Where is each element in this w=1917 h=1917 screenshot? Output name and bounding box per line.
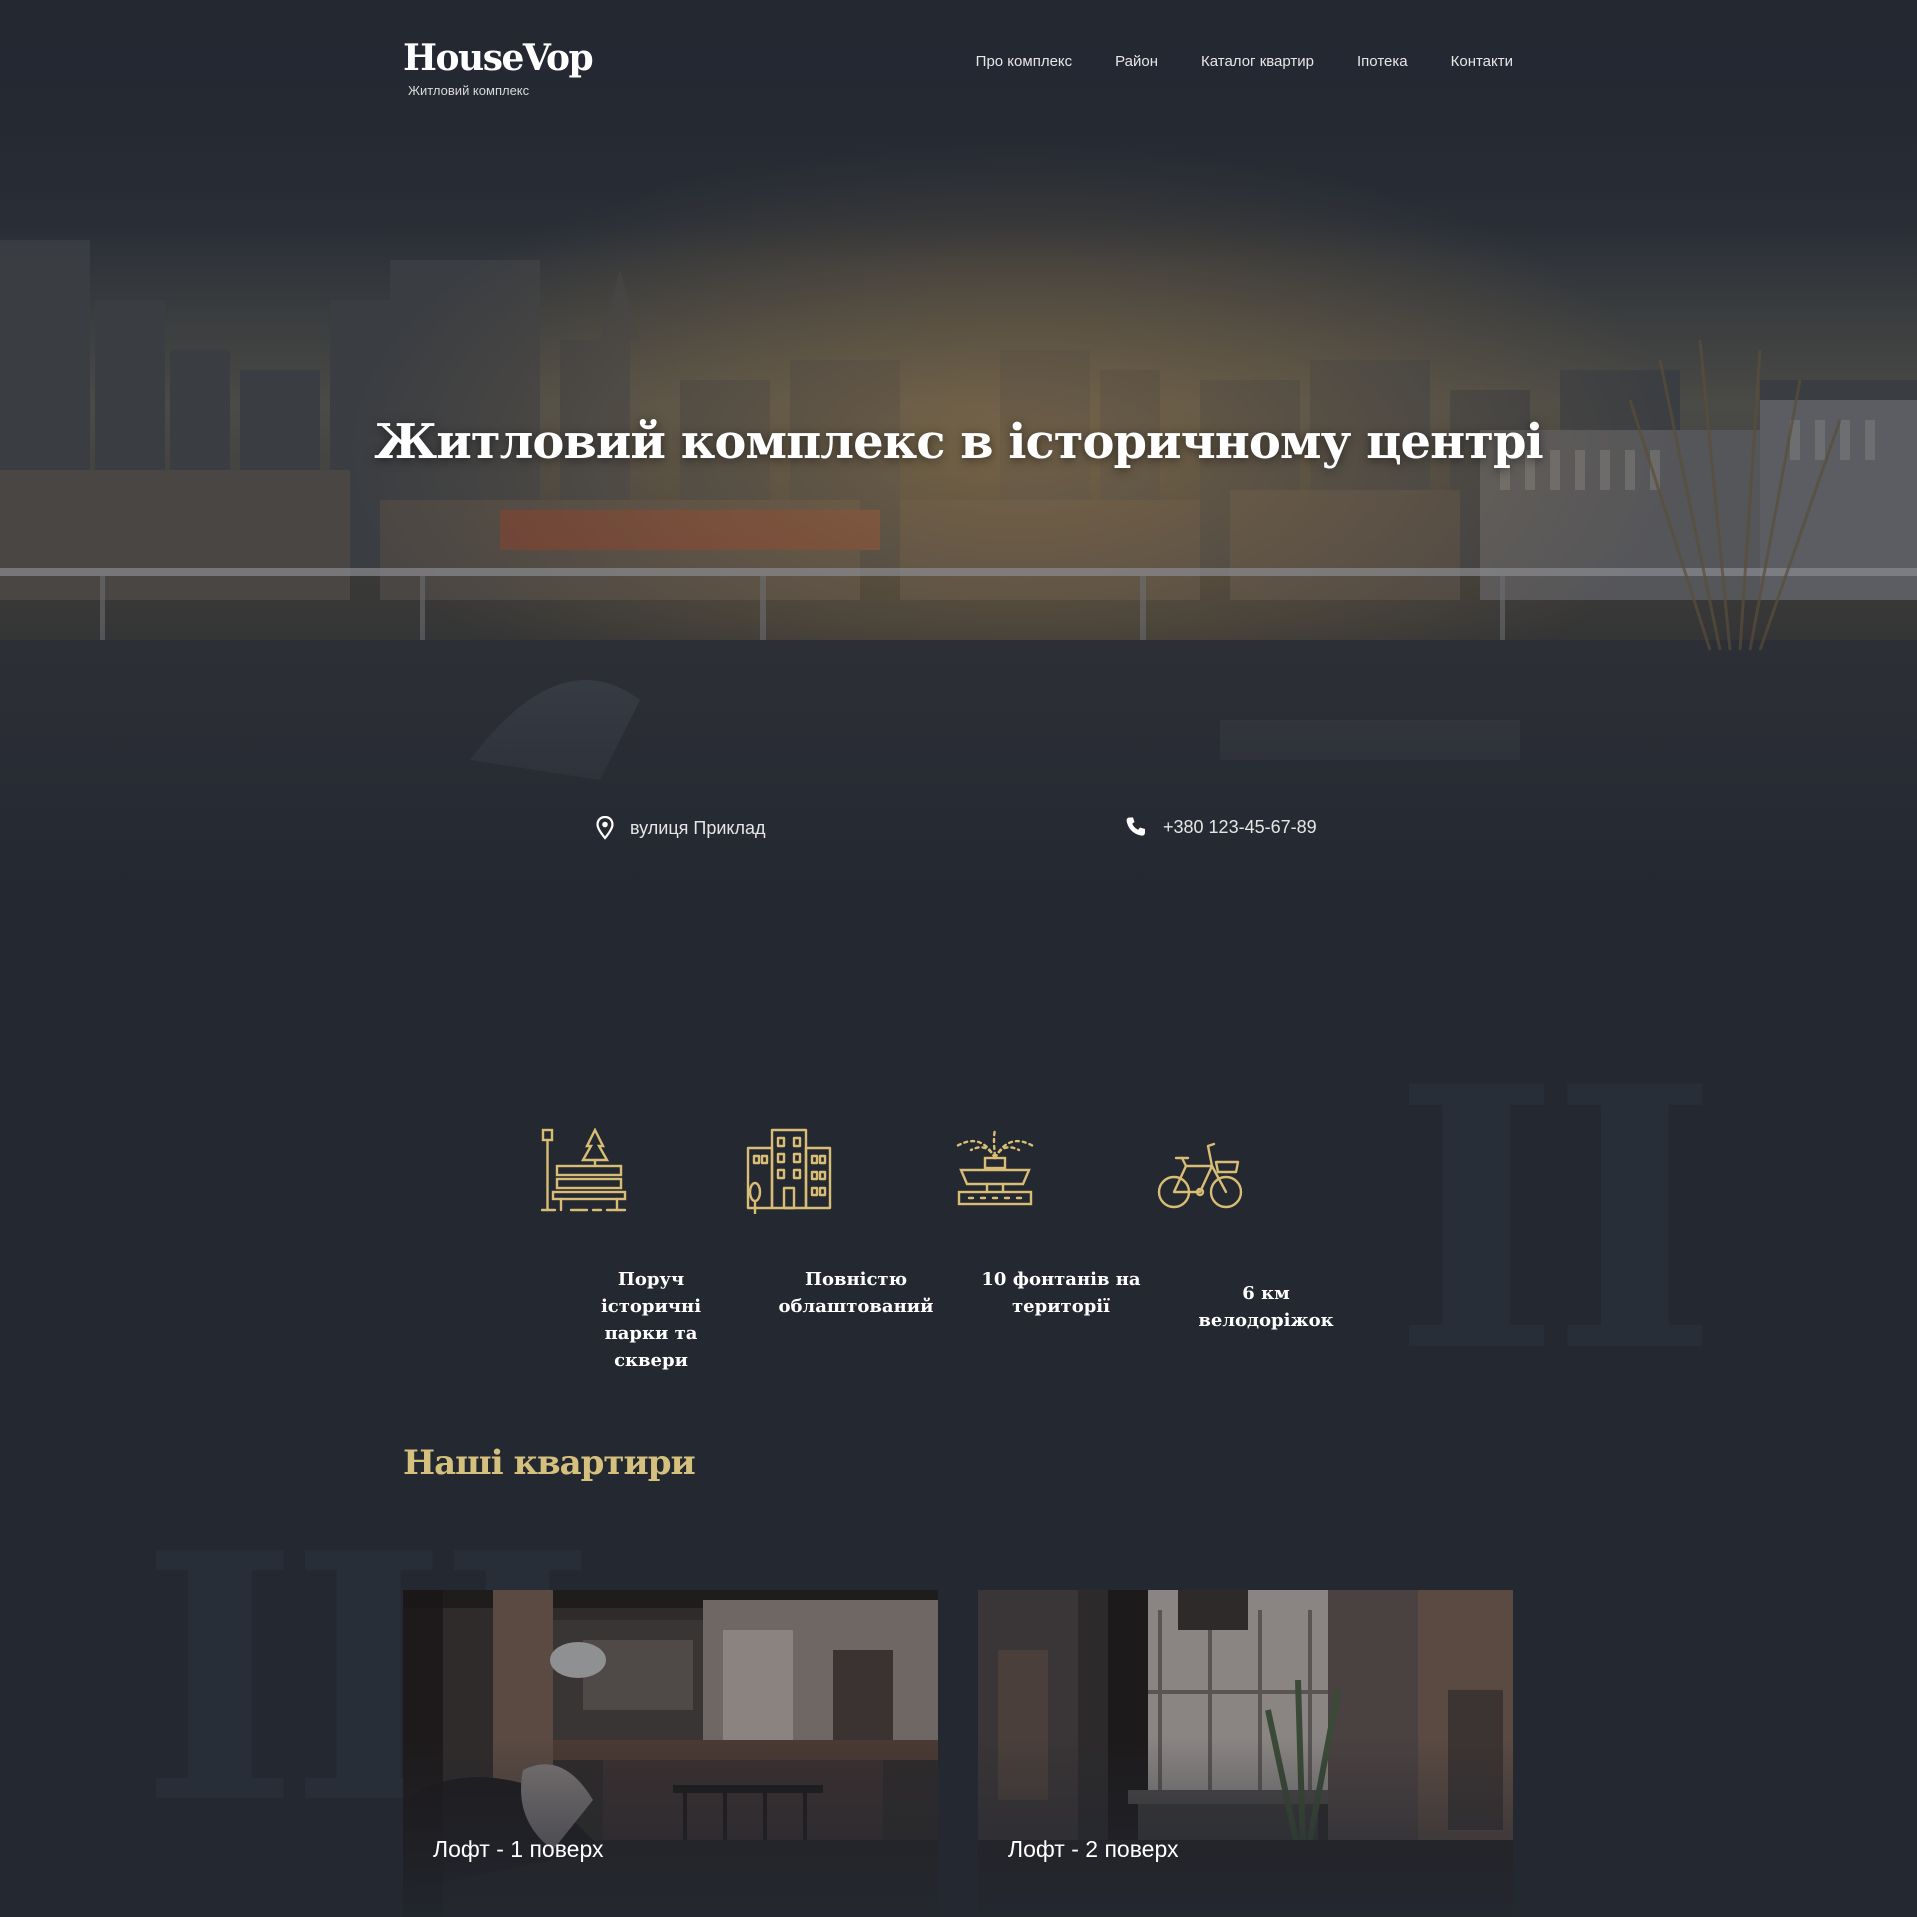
feature-item: 10 фонтанів на території bbox=[951, 1128, 1141, 1328]
features-section: Поруч історичні парки та сквери Повністю… bbox=[540, 1127, 1371, 1371]
apartment-image bbox=[403, 1590, 938, 1917]
apartment-card-label: Лофт - 2 поверх bbox=[1008, 1836, 1179, 1862]
park-bench-icon bbox=[540, 1127, 629, 1216]
main-nav: Про комплекс Район Каталог квартир Іпоте… bbox=[976, 53, 1513, 70]
feature-item: Повністю облаштований bbox=[746, 1128, 933, 1328]
hero-title: Житловий комплекс в історичному центрі bbox=[374, 414, 1543, 470]
fountain-icon bbox=[951, 1128, 1039, 1216]
decor-numeral-2: II bbox=[1392, 1008, 1719, 1431]
buildings-icon bbox=[746, 1128, 834, 1216]
apartment-card-label: Лофт - 1 поверх bbox=[433, 1836, 604, 1862]
nav-item-contacts[interactable]: Контакти bbox=[1451, 53, 1513, 70]
apartments-title: Наші квартири bbox=[403, 1443, 696, 1483]
nav-item-district[interactable]: Район bbox=[1115, 53, 1158, 70]
address-block: вулиця Приклад bbox=[596, 816, 765, 840]
site-header: HouseVop Житловий комплекс Про комплекс … bbox=[403, 36, 1513, 106]
feature-text: Повністю облаштований bbox=[778, 1269, 934, 1317]
phone-block[interactable]: +380 123-45-67-89 bbox=[1125, 816, 1317, 838]
feature-text: 10 фонтанів на території bbox=[981, 1269, 1141, 1317]
feature-item: Поруч історичні парки та сквери bbox=[540, 1127, 716, 1371]
nav-item-catalog[interactable]: Каталог квартир bbox=[1201, 53, 1314, 70]
address-text: вулиця Приклад bbox=[630, 817, 766, 838]
feature-text: Поруч історичні парки та сквери bbox=[600, 1269, 702, 1371]
apartment-image bbox=[978, 1590, 1513, 1917]
phone-number[interactable]: +380 123-45-67-89 bbox=[1163, 817, 1317, 838]
apartment-card[interactable]: Лофт - 1 поверх bbox=[403, 1590, 938, 1917]
nav-item-mortgage[interactable]: Іпотека bbox=[1357, 53, 1408, 70]
logo-subtitle: Житловий комплекс bbox=[408, 83, 530, 98]
bicycle-icon bbox=[1156, 1128, 1244, 1216]
phone-icon bbox=[1125, 816, 1147, 838]
nav-item-about[interactable]: Про комплекс bbox=[976, 53, 1072, 70]
feature-item: 6 км велодоріжок bbox=[1156, 1128, 1334, 1331]
map-pin-icon bbox=[596, 816, 614, 840]
apartment-card[interactable]: Лофт - 2 поверх bbox=[978, 1590, 1513, 1917]
feature-text: 6 км велодоріжок bbox=[1198, 1283, 1334, 1331]
logo[interactable]: HouseVop bbox=[403, 36, 594, 80]
